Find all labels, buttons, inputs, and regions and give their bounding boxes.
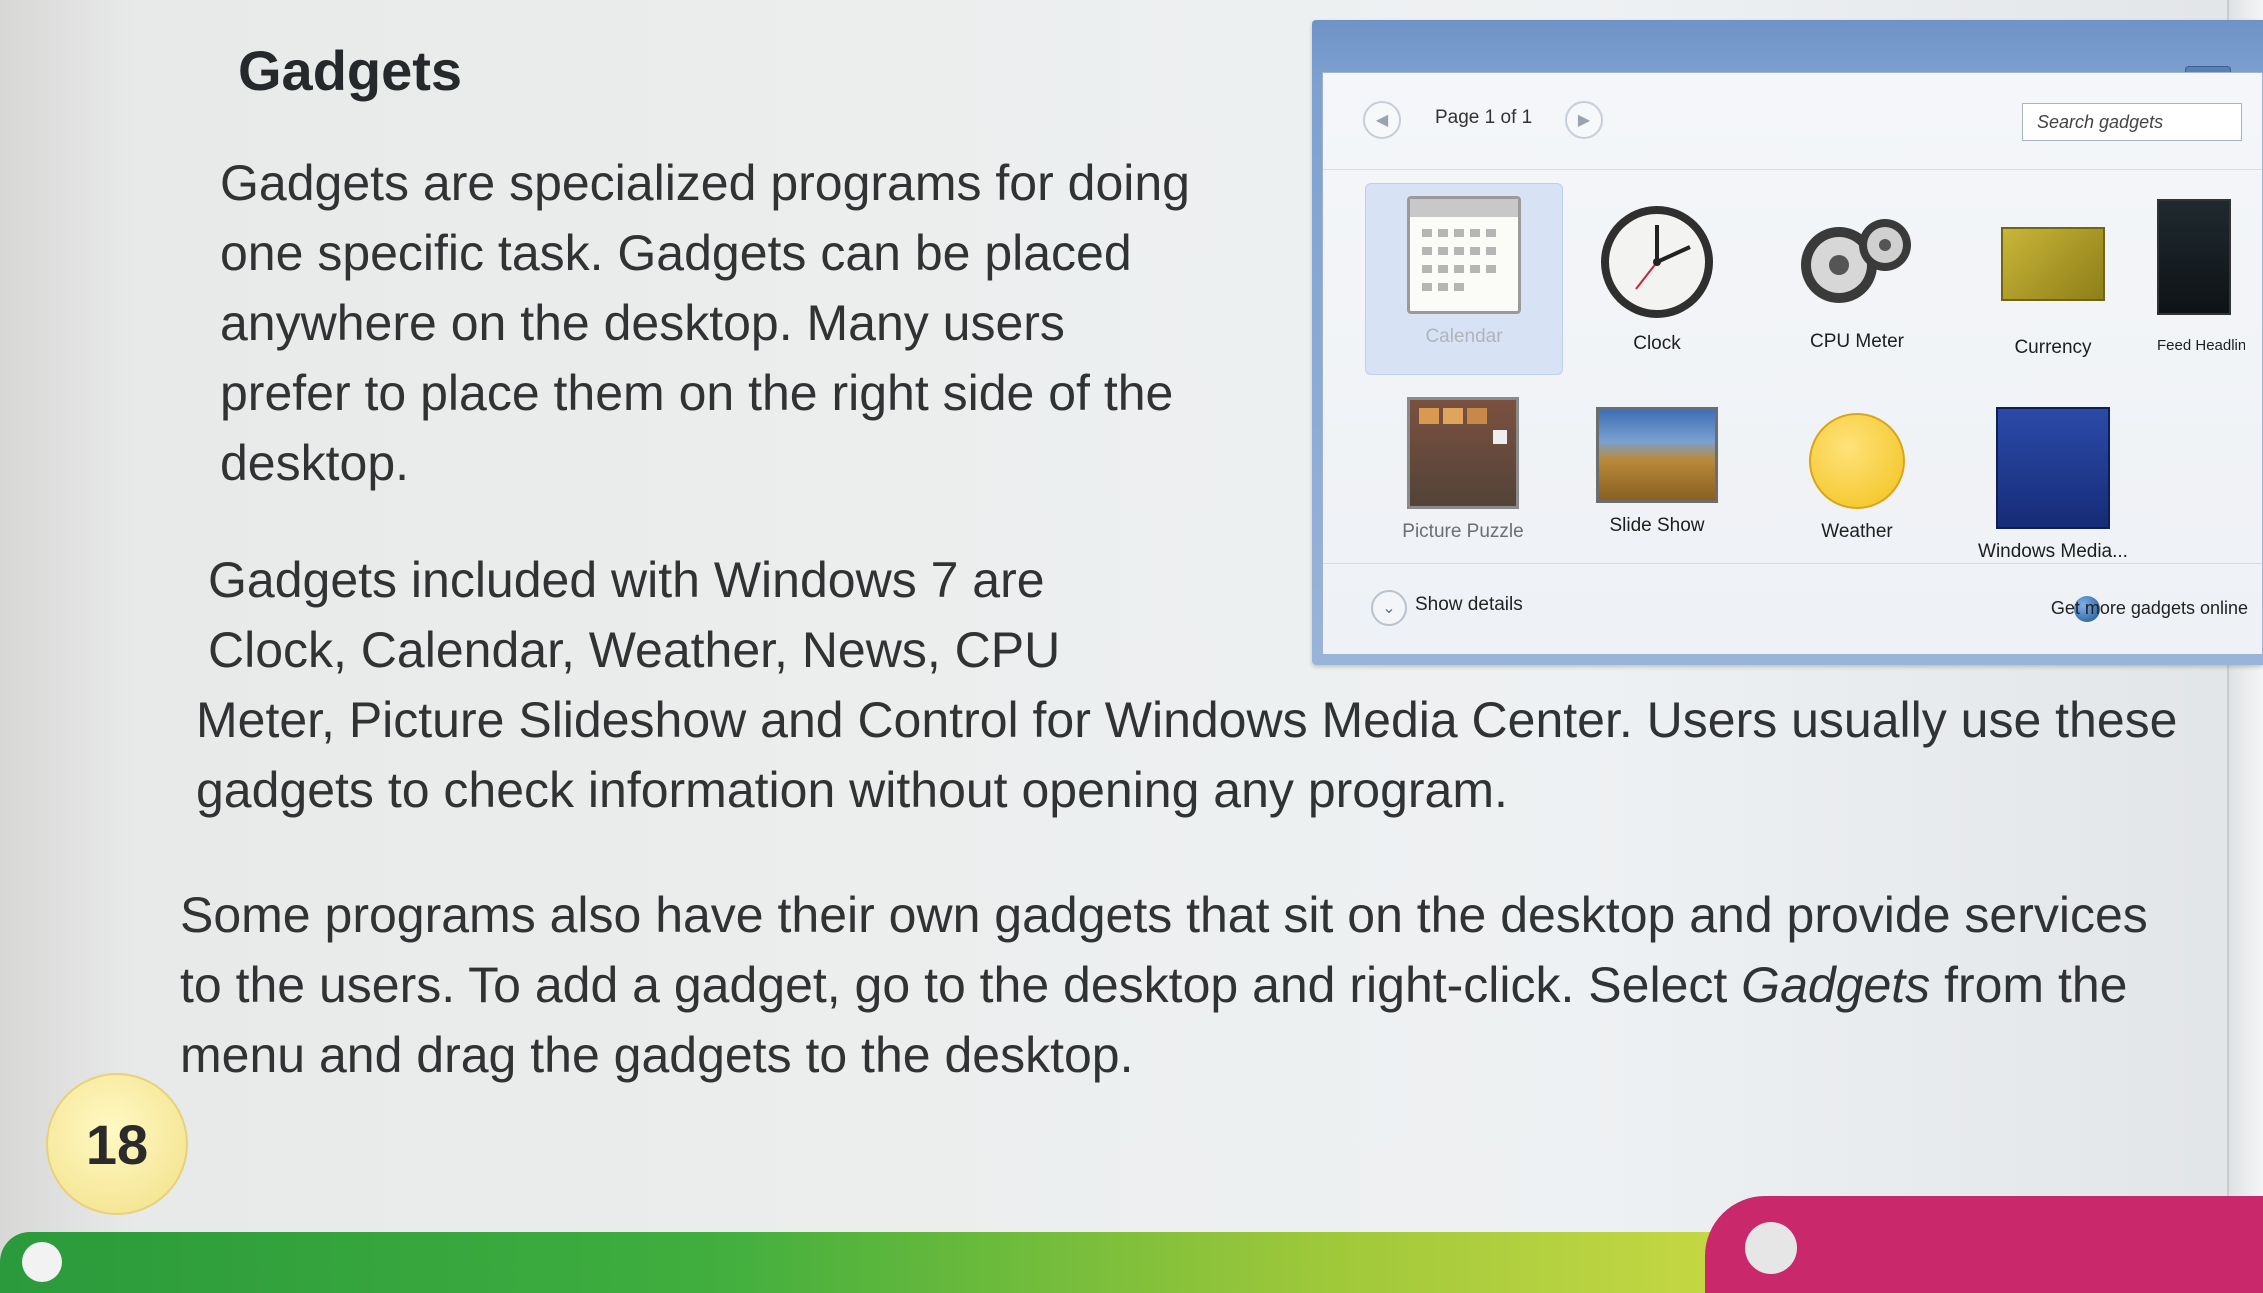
text-segment: from the (1930, 957, 2128, 1013)
text-line: Gadgets are specialized programs for doi… (220, 155, 1190, 211)
weather-icon (1809, 413, 1905, 509)
paragraph-intro: Gadgets are specialized programs for doi… (220, 148, 1280, 498)
show-details-button[interactable]: Show details (1415, 594, 1523, 616)
paragraph-adding: Some programs also have their own gadget… (180, 880, 2250, 1090)
previous-page-button[interactable]: ◀ (1363, 101, 1401, 139)
gadget-calendar[interactable]: Calendar (1365, 183, 1563, 375)
text-line: prefer to place them on the right side o… (220, 365, 1174, 421)
gadget-weather[interactable]: Weather (1759, 413, 1955, 543)
text-line: Some programs also have their own gadget… (180, 887, 2148, 943)
gadget-picture-puzzle[interactable]: Picture Puzzle (1365, 397, 1561, 543)
text-line: menu and drag the gadgets to the desktop… (180, 1027, 1134, 1083)
gadget-cpu-meter[interactable]: CPU Meter (1759, 207, 1955, 353)
gallery-toolbar: ◀ Page 1 of 1 ▶ Search gadgets (1323, 73, 2262, 170)
paragraph-included-continued: Meter, Picture Slideshow and Control for… (196, 685, 2246, 825)
currency-icon (2001, 227, 2105, 301)
pink-band-dot (1745, 1222, 1797, 1274)
green-decorative-band (0, 1232, 1760, 1293)
page-number-badge: 18 (46, 1073, 188, 1215)
gadget-label: Weather (1821, 521, 1893, 542)
chevron-down-icon[interactable]: ⌄ (1371, 590, 1407, 626)
gadget-label: Slide Show (1609, 515, 1705, 536)
page-title: Gadgets (238, 39, 463, 102)
text-segment: to the users. To add a gadget, go to the… (180, 957, 1742, 1013)
gadgets-menu-term: Gadgets (1741, 957, 1931, 1013)
text-line: desktop. (220, 435, 410, 491)
gadget-label: Picture Puzzle (1402, 521, 1524, 542)
gadget-clock[interactable]: Clock (1559, 203, 1755, 355)
search-gadgets-input[interactable]: Search gadgets (2022, 103, 2242, 141)
text-line: anywhere on the desktop. Many users (220, 295, 1065, 351)
green-band-dot (22, 1242, 62, 1282)
page-indicator: Page 1 of 1 (1435, 107, 1533, 128)
picture-puzzle-icon (1407, 397, 1519, 509)
gadget-windows-media[interactable]: Windows Media... (1955, 407, 2151, 563)
text-line: Gadgets included with Windows 7 are (208, 552, 1045, 608)
gallery-footer: ⌄ Show details Get more gadgets online (1323, 563, 2262, 654)
gadget-gallery-window: ✕ ◀ Page 1 of 1 ▶ Search gadgets (1312, 20, 2263, 665)
text-line: one specific task. Gadgets can be placed (220, 225, 1132, 281)
text-line: Clock, Calendar, Weather, News, CPU (208, 622, 1061, 678)
cpu-meter-icon (1797, 207, 1917, 319)
clock-icon (1598, 203, 1716, 321)
get-more-gadgets-link[interactable]: Get more gadgets online (2051, 598, 2248, 619)
gadget-slide-show[interactable]: Slide Show (1559, 407, 1755, 537)
text-line: Meter, Picture Slideshow and Control for… (196, 692, 2178, 748)
paragraph-included: Gadgets included with Windows 7 are Cloc… (208, 545, 1288, 685)
calendar-icon (1407, 196, 1521, 314)
slide-show-icon (1596, 407, 1718, 503)
gadget-label: CPU Meter (1810, 331, 1904, 352)
gadget-label: Clock (1633, 333, 1681, 354)
feed-headlines-icon (2157, 199, 2231, 315)
text-line: to the users. To add a gadget, go to the… (180, 950, 2250, 1020)
windows-media-icon (1996, 407, 2110, 529)
gadget-label: Feed Headlines (2157, 337, 2245, 354)
gadget-grid: Calendar Clock CPU Meter Currency Feed H… (1323, 169, 2262, 589)
text-line: gadgets to check information without ope… (196, 762, 1508, 818)
gadget-label: Calendar (1425, 326, 1503, 347)
gadget-feed-headlines[interactable]: Feed Headlines (2121, 199, 2245, 354)
gadget-gallery-content: ◀ Page 1 of 1 ▶ Search gadgets Calendar … (1322, 72, 2263, 655)
gadget-label: Windows Media... (1978, 541, 2128, 562)
next-page-button[interactable]: ▶ (1565, 101, 1603, 139)
